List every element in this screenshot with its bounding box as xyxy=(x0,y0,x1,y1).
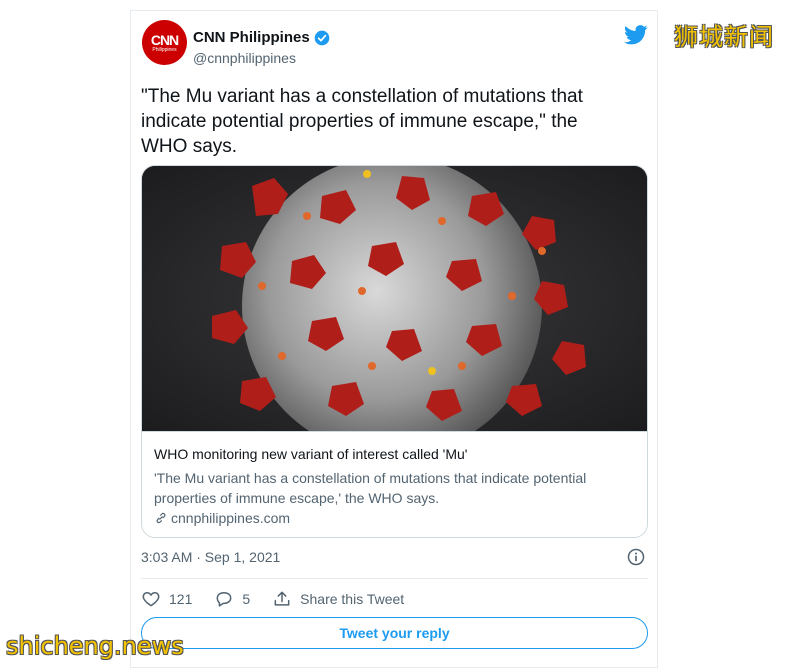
reply-button[interactable]: 5 xyxy=(214,589,250,609)
verified-badge-icon xyxy=(314,30,330,45)
author-name-label: CNN Philippines xyxy=(193,29,310,46)
twitter-bird-icon[interactable] xyxy=(624,24,648,46)
tweet-actions: 121 5 Share this Tweet xyxy=(141,589,426,609)
share-button[interactable]: Share this Tweet xyxy=(272,589,404,609)
link-card-title[interactable]: WHO monitoring new variant of interest c… xyxy=(154,446,467,462)
virus-illustration-image xyxy=(142,166,647,431)
comment-icon xyxy=(216,592,232,607)
like-button[interactable]: 121 xyxy=(141,589,192,609)
link-icon xyxy=(156,512,166,524)
link-card-domain[interactable]: cnnphilippines.com xyxy=(154,510,290,526)
share-label: Share this Tweet xyxy=(300,591,405,607)
watermark-chinese: 狮城新闻 xyxy=(674,23,774,51)
link-card[interactable]: WHO monitoring new variant of interest c… xyxy=(141,165,648,538)
divider xyxy=(141,578,648,579)
heart-icon xyxy=(142,592,160,607)
tweet-your-reply-button[interactable]: Tweet your reply xyxy=(141,617,648,649)
share-icon xyxy=(274,591,290,606)
link-card-description: 'The Mu variant has a constellation of m… xyxy=(154,470,587,506)
tweet-timestamp[interactable]: 3:03 AM · Sep 1, 2021 xyxy=(141,549,280,565)
author-name[interactable]: CNN Philippines xyxy=(193,29,330,46)
author-handle[interactable]: @cnnphilippines xyxy=(193,50,296,66)
avatar[interactable]: CNN Philippines xyxy=(142,20,187,65)
like-count: 121 xyxy=(169,591,193,607)
tweet-text: "The Mu variant has a constellation of m… xyxy=(141,86,583,157)
watermark-english: shicheng.news xyxy=(6,632,184,660)
reply-count: 5 xyxy=(242,591,251,607)
info-icon[interactable] xyxy=(626,547,646,567)
avatar-logo-subtext: Philippines xyxy=(152,46,177,53)
link-card-info[interactable]: WHO monitoring new variant of interest c… xyxy=(142,431,647,537)
link-card-domain-text: cnnphilippines.com xyxy=(171,510,291,526)
avatar-logo-text: CNN xyxy=(150,31,179,48)
